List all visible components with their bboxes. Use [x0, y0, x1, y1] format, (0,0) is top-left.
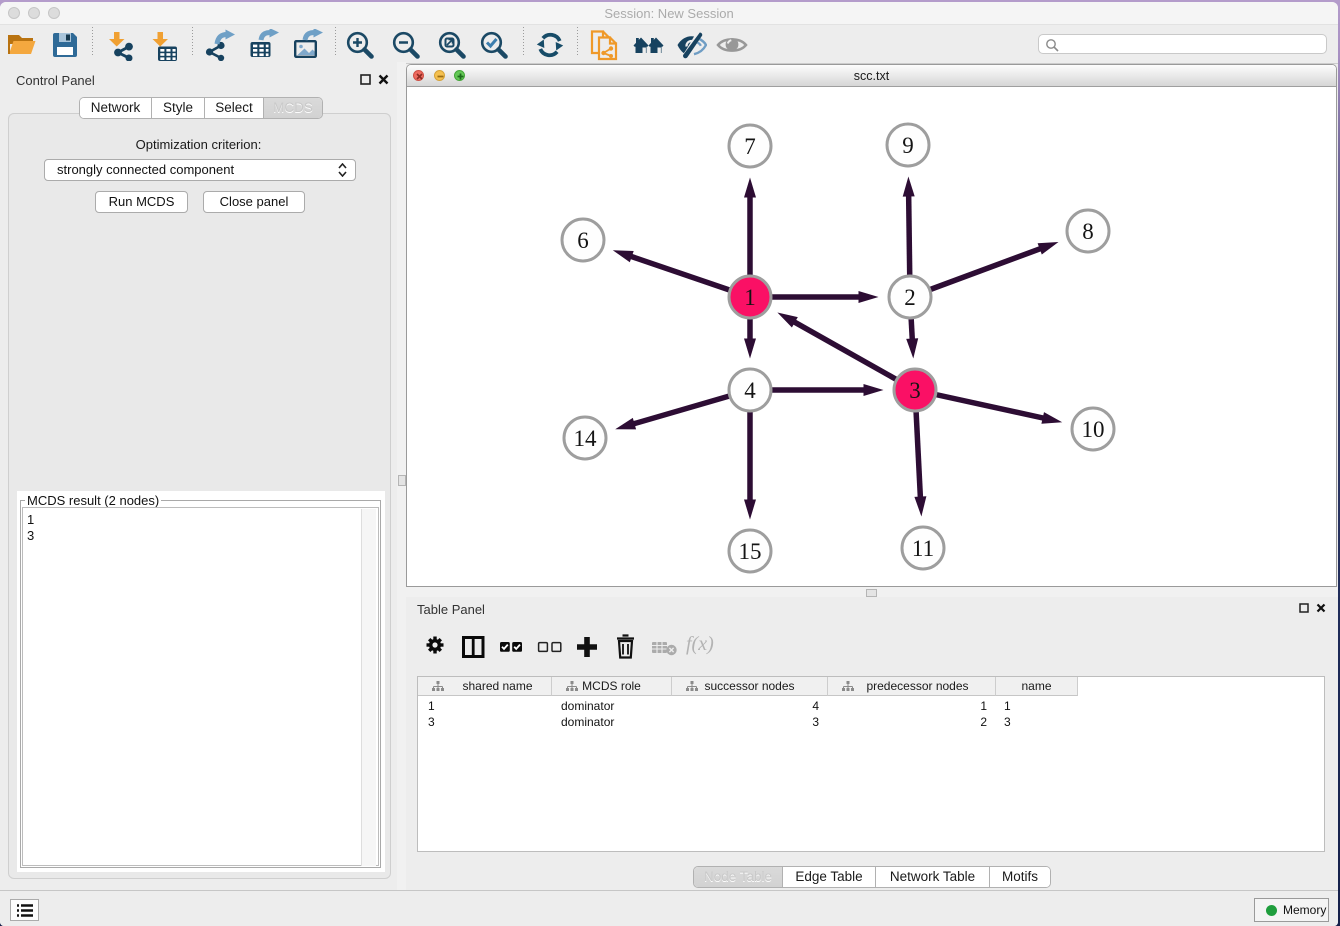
svg-text:1: 1: [744, 285, 756, 310]
svg-text:9: 9: [902, 133, 914, 158]
svg-text:7: 7: [744, 134, 756, 159]
svg-text:10: 10: [1082, 417, 1105, 442]
svg-text:4: 4: [744, 378, 756, 403]
svg-text:15: 15: [739, 539, 762, 564]
svg-text:8: 8: [1082, 219, 1094, 244]
svg-text:14: 14: [574, 426, 598, 451]
svg-text:2: 2: [904, 285, 916, 310]
svg-text:3: 3: [909, 378, 921, 403]
svg-text:11: 11: [912, 536, 934, 561]
svg-text:6: 6: [577, 228, 589, 253]
